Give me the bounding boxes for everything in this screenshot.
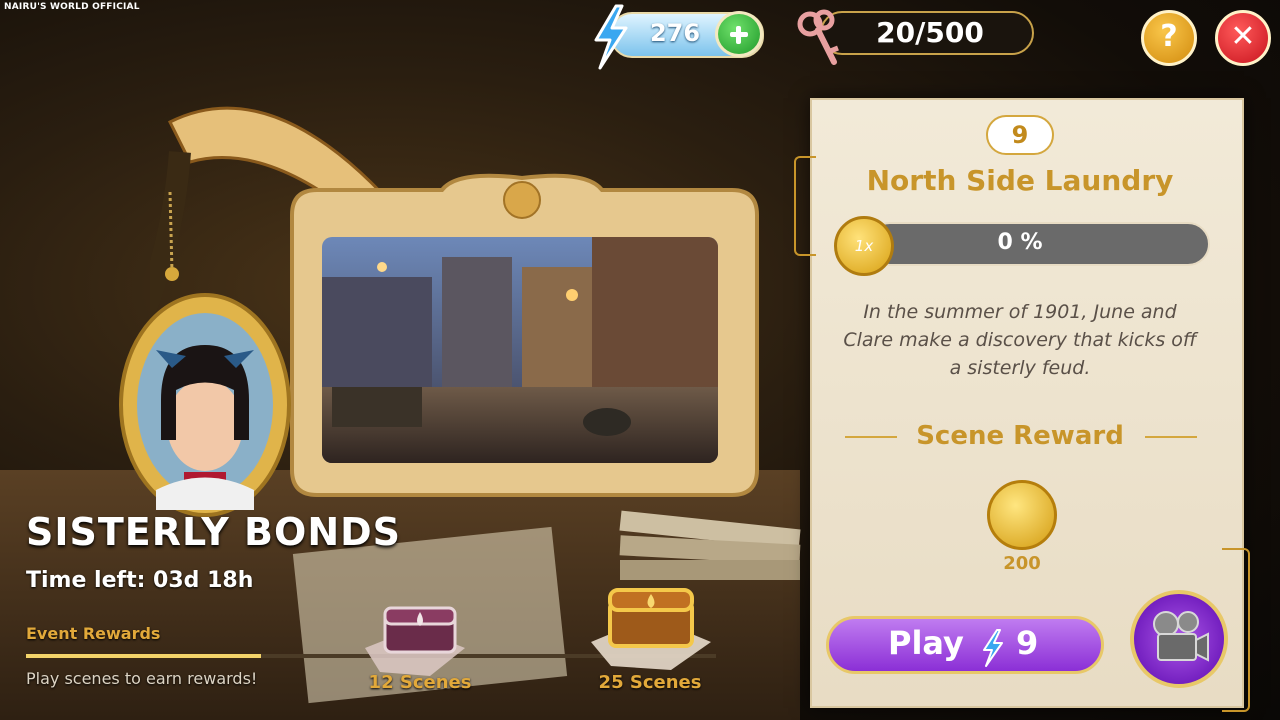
scene-level-badge: 9 bbox=[986, 115, 1054, 155]
scene-reward-title: Scene Reward bbox=[916, 421, 1124, 451]
panel-bracket-decoration bbox=[794, 156, 816, 256]
event-time-left: Time left: 03d 18h bbox=[26, 568, 254, 593]
milestone-12-label: 12 Scenes bbox=[368, 672, 472, 693]
scene-reward-amount: 200 bbox=[1003, 553, 1041, 574]
keys-value: 20/500 bbox=[876, 16, 984, 49]
milestone-25-label: 25 Scenes bbox=[598, 672, 702, 693]
add-energy-button[interactable] bbox=[715, 11, 763, 57]
help-button[interactable]: ? bbox=[1141, 10, 1197, 66]
scene-preview-image[interactable] bbox=[322, 237, 718, 463]
scene-description: In the summer of 1901, June and Clare ma… bbox=[843, 301, 1197, 379]
scene-title: North Side Laundry bbox=[866, 164, 1174, 197]
event-rewards-progress-fill bbox=[26, 654, 261, 658]
coin-icon bbox=[987, 480, 1057, 550]
event-rewards-label: Event Rewards bbox=[26, 624, 161, 643]
chest-icon[interactable] bbox=[586, 572, 716, 672]
play-cost: 9 bbox=[1016, 624, 1039, 662]
play-button[interactable] bbox=[826, 616, 1104, 674]
close-icon: ✕ bbox=[1230, 19, 1256, 54]
event-rewards-hint: Play scenes to earn rewards! bbox=[26, 669, 258, 688]
multiplier-coin-icon: 1x bbox=[834, 216, 894, 276]
character-portrait bbox=[119, 293, 291, 517]
play-button-label: Play bbox=[888, 624, 964, 662]
close-button[interactable]: ✕ bbox=[1215, 10, 1271, 66]
key-icon bbox=[797, 9, 839, 65]
bolt-icon bbox=[594, 4, 628, 70]
chest-icon[interactable] bbox=[360, 588, 470, 678]
bolt-icon bbox=[983, 629, 1003, 667]
help-icon: ? bbox=[1160, 19, 1178, 54]
camera-icon bbox=[1153, 611, 1209, 662]
watermark: NAIRU'S WORLD OFFICIAL bbox=[4, 2, 140, 12]
cinema-button[interactable] bbox=[1130, 590, 1228, 688]
scene-progress-text: 0 % bbox=[997, 230, 1043, 255]
event-title: SISTERLY BONDS bbox=[26, 510, 402, 554]
energy-value: 276 bbox=[649, 19, 701, 47]
